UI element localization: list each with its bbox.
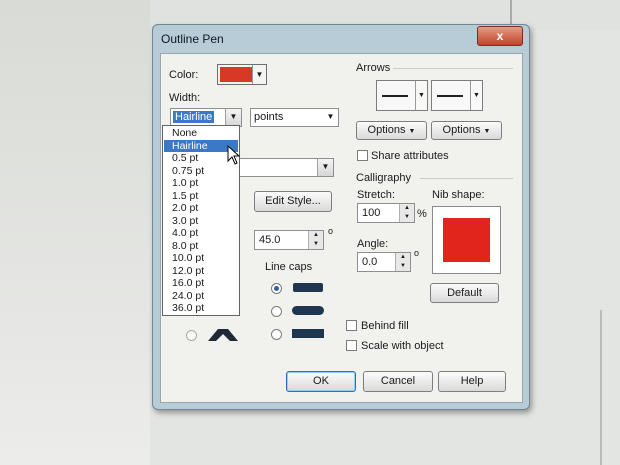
cancel-button[interactable]: Cancel (363, 371, 433, 392)
width-option[interactable]: 8.0 pt (164, 240, 238, 253)
miter-limit-spinner[interactable]: 45.0 ▲ ▼ (254, 230, 324, 250)
end-arrow-picker[interactable]: ▼ (431, 80, 483, 111)
angle-label: Angle: (357, 238, 389, 250)
stretch-value: 100 (362, 207, 381, 219)
help-button[interactable]: Help (438, 371, 506, 392)
angle-value: 0.0 (362, 256, 378, 268)
ok-button[interactable]: OK (286, 371, 356, 392)
options-label: Options (442, 124, 481, 136)
width-option[interactable]: 0.75 pt (164, 165, 238, 178)
options-label: Options (367, 124, 406, 136)
corner-join-icon (208, 329, 238, 341)
width-option[interactable]: 36.0 pt (164, 302, 238, 315)
chevron-down-icon: ▼ (326, 112, 335, 121)
start-arrow-picker[interactable]: ▼ (376, 80, 428, 111)
nib-shape-preview[interactable] (432, 206, 501, 274)
close-icon: x (496, 29, 504, 43)
spin-down-icon[interactable]: ▼ (308, 240, 323, 249)
behind-fill-checkbox[interactable] (346, 320, 357, 331)
width-combo-value: Hairline (173, 111, 215, 123)
chevron-down-icon: ▼ (252, 65, 266, 84)
calligraphy-group-line (420, 178, 513, 179)
width-option[interactable]: None (164, 127, 238, 140)
calligraphy-label: Calligraphy (356, 172, 412, 184)
color-label: Color: (169, 69, 199, 81)
color-picker[interactable]: ▼ (217, 64, 267, 85)
scale-with-object-checkbox[interactable] (346, 340, 357, 351)
width-option[interactable]: 12.0 pt (164, 265, 238, 278)
line-icon (382, 95, 408, 97)
line-cap-butt-radio[interactable] (271, 283, 282, 294)
dialog-title: Outline Pen (161, 32, 224, 46)
width-option[interactable]: 10.0 pt (164, 252, 238, 265)
width-option[interactable]: 3.0 pt (164, 215, 238, 228)
end-arrow-options-button[interactable]: Options ▼ (431, 121, 502, 140)
width-option[interactable]: 4.0 pt (164, 227, 238, 240)
mouse-cursor-icon (227, 145, 241, 165)
share-attributes-checkbox[interactable] (357, 150, 368, 161)
arrows-label: Arrows (356, 62, 391, 74)
line-icon (437, 95, 463, 97)
spin-down-icon[interactable]: ▼ (395, 262, 410, 271)
stretch-label: Stretch: (357, 189, 395, 201)
spin-up-icon[interactable]: ▲ (395, 253, 410, 262)
degree-symbol: o (414, 248, 420, 258)
stretch-spinner[interactable]: 100 ▲ ▼ (357, 203, 415, 223)
percent-symbol: % (417, 208, 427, 220)
share-attributes-label: Share attributes (371, 150, 449, 162)
units-combo[interactable]: points ▼ (250, 108, 339, 127)
behind-fill-label: Behind fill (361, 320, 409, 332)
arrows-group-line (393, 68, 513, 69)
line-cap-round-icon (292, 306, 324, 315)
spin-down-icon[interactable]: ▼ (399, 213, 414, 222)
width-option[interactable]: 16.0 pt (164, 277, 238, 290)
chevron-down-icon: ▼ (470, 81, 482, 110)
width-option[interactable]: 24.0 pt (164, 290, 238, 303)
start-arrow-options-button[interactable]: Options ▼ (356, 121, 427, 140)
nib-shape-label: Nib shape: (432, 189, 485, 201)
line-cap-round-radio[interactable] (271, 306, 282, 317)
chevron-down-icon: ▼ (317, 159, 333, 176)
width-option[interactable]: 1.5 pt (164, 190, 238, 203)
chevron-down-icon: ▼ (415, 81, 427, 110)
spin-up-icon[interactable]: ▲ (399, 204, 414, 213)
chevron-down-icon: ▼ (483, 128, 491, 135)
nib-shape-square (443, 218, 490, 262)
default-button[interactable]: Default (430, 283, 499, 303)
width-label: Width: (169, 92, 201, 104)
angle-spinner[interactable]: 0.0 ▲ ▼ (357, 252, 411, 272)
close-button[interactable]: x (477, 26, 523, 46)
color-swatch (220, 67, 252, 82)
spin-up-icon[interactable]: ▲ (308, 231, 323, 240)
line-cap-butt-icon (293, 283, 323, 292)
width-option[interactable]: 2.0 pt (164, 202, 238, 215)
line-cap-square-icon (292, 329, 324, 338)
desktop-background (0, 0, 150, 465)
line-cap-square-radio[interactable] (271, 329, 282, 340)
scale-with-object-label: Scale with object (361, 340, 444, 352)
degree-symbol: o (328, 226, 334, 236)
desktop-divider-lower (600, 310, 602, 465)
width-option[interactable]: 1.0 pt (164, 177, 238, 190)
units-combo-value: points (254, 111, 284, 123)
chevron-down-icon: ▼ (408, 128, 416, 135)
miter-limit-value: 45.0 (259, 234, 281, 246)
corner-bevel-radio[interactable] (186, 330, 197, 341)
chevron-down-icon: ▼ (225, 109, 241, 126)
edit-style-button[interactable]: Edit Style... (254, 191, 332, 212)
line-caps-label: Line caps (265, 261, 313, 273)
